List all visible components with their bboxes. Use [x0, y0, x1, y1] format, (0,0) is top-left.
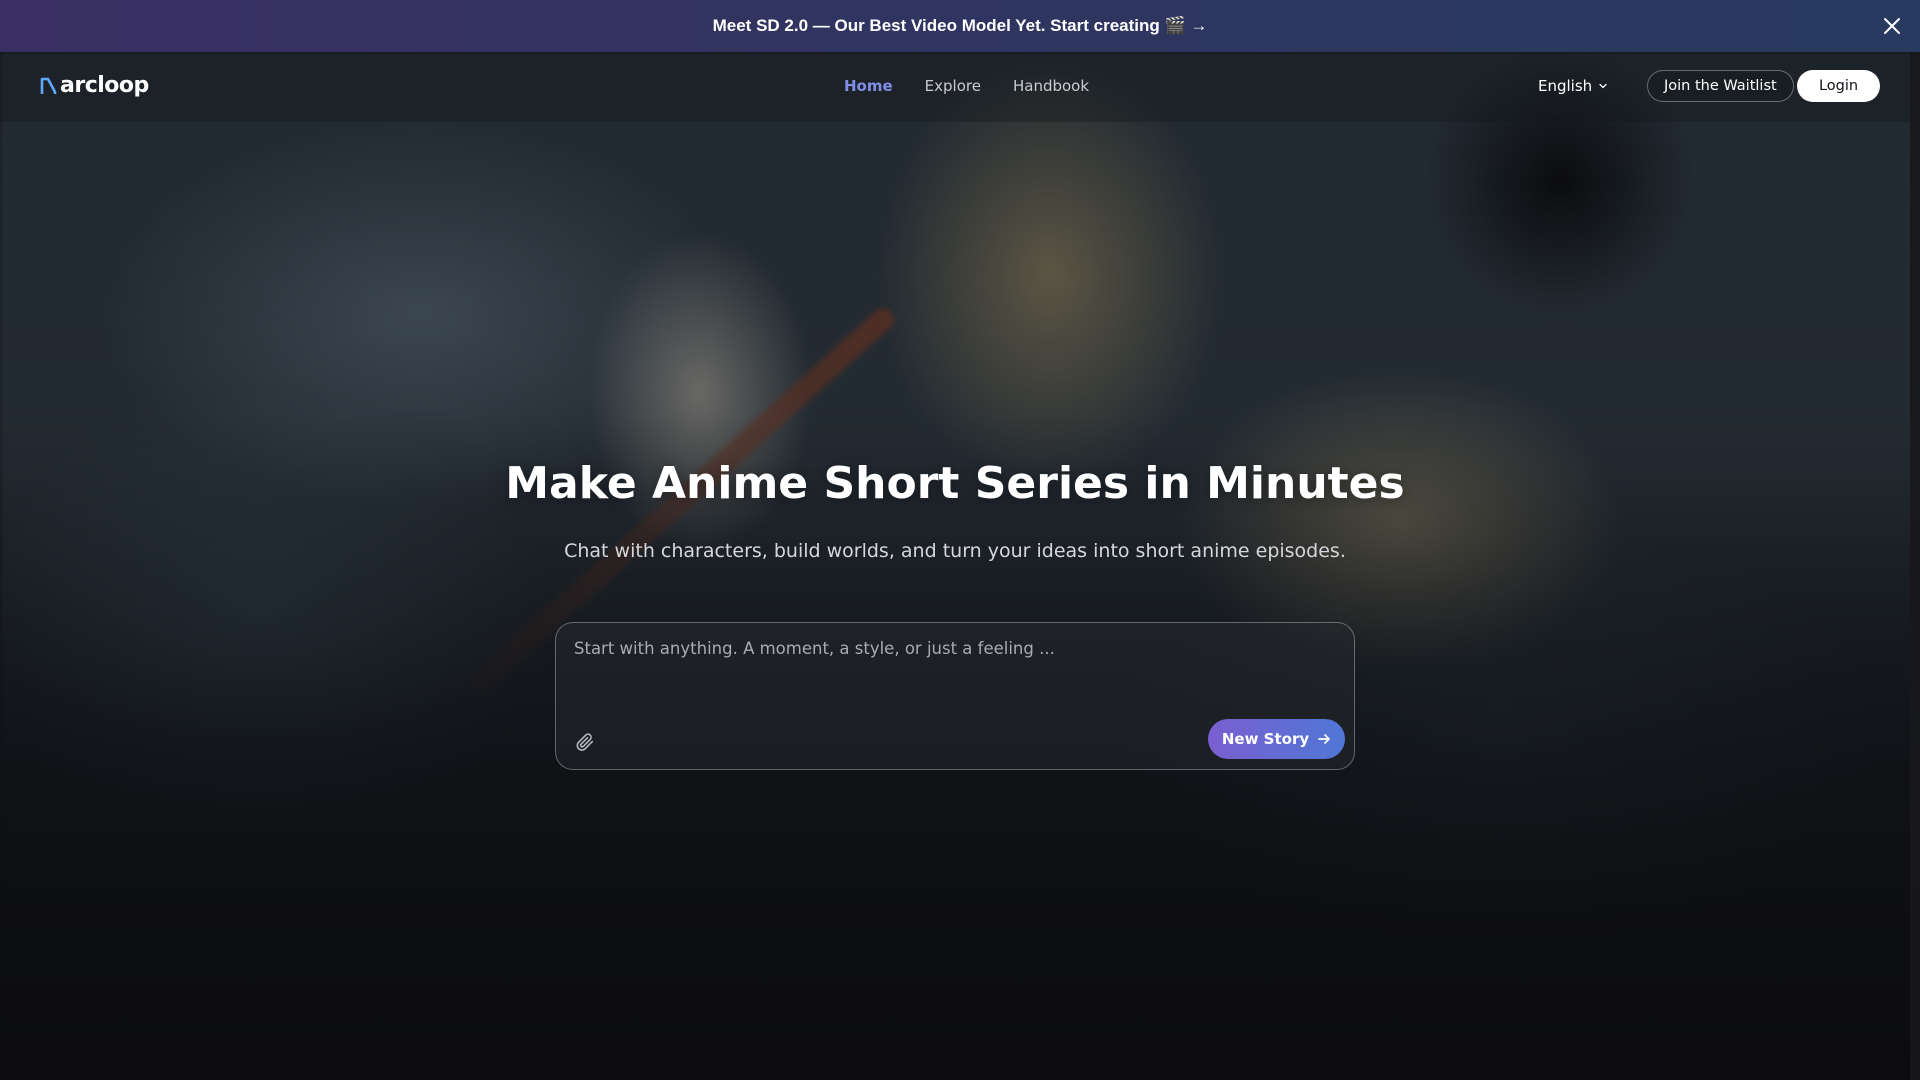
join-waitlist-button[interactable]: Join the Waitlist — [1647, 70, 1794, 102]
nav-link-handbook[interactable]: Handbook — [1013, 77, 1089, 95]
new-story-button[interactable]: New Story — [1208, 719, 1345, 759]
page-title: Make Anime Short Series in Minutes — [505, 458, 1405, 509]
nav-link-explore[interactable]: Explore — [925, 77, 981, 95]
logo-mark-icon — [40, 77, 57, 94]
promo-banner-link[interactable]: Meet SD 2.0 — Our Best Video Model Yet. … — [713, 16, 1208, 36]
login-button[interactable]: Login — [1797, 70, 1880, 102]
close-icon[interactable] — [1880, 14, 1904, 38]
arrow-right-icon — [1318, 734, 1330, 744]
language-selector[interactable]: English — [1538, 77, 1608, 95]
hero-overlay — [0, 52, 1920, 1080]
hero-background — [0, 52, 1920, 1080]
scrollbar[interactable] — [1910, 52, 1920, 1080]
top-nav: arcloop Home Explore Handbook English Jo… — [0, 52, 1910, 122]
language-label: English — [1538, 77, 1593, 95]
logo[interactable]: arcloop — [40, 73, 149, 98]
chevron-down-icon — [1599, 83, 1607, 89]
page-subtitle: Chat with characters, build worlds, and … — [564, 540, 1346, 562]
nav-links: Home Explore Handbook — [844, 77, 1089, 95]
new-story-label: New Story — [1221, 730, 1310, 748]
nav-link-home[interactable]: Home — [844, 77, 893, 95]
story-prompt-box: New Story — [555, 622, 1355, 770]
logo-text: arcloop — [60, 73, 149, 98]
story-prompt-input[interactable] — [572, 637, 1338, 697]
paperclip-icon[interactable] — [574, 731, 596, 753]
promo-banner: Meet SD 2.0 — Our Best Video Model Yet. … — [0, 0, 1920, 52]
